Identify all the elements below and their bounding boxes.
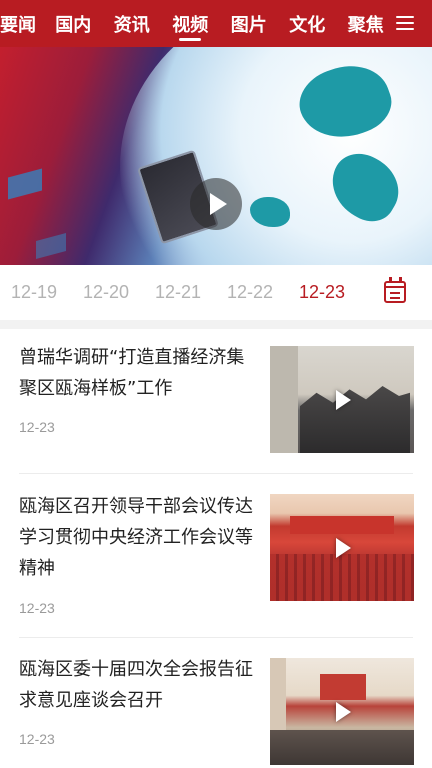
tab-guonei[interactable]: 国内 xyxy=(44,0,103,47)
play-icon[interactable] xyxy=(190,178,242,230)
news-title[interactable]: 瓯海区委十届四次全会报告征求意见座谈会召开 xyxy=(19,654,259,716)
tab-wenhua[interactable]: 文化 xyxy=(278,0,337,47)
tab-zixun[interactable]: 资讯 xyxy=(103,0,162,47)
hamburger-menu-icon[interactable] xyxy=(396,16,414,30)
play-icon xyxy=(332,389,354,411)
list-divider xyxy=(19,473,413,474)
tab-jujiao[interactable]: 聚焦 xyxy=(337,0,396,47)
news-date: 12-23 xyxy=(19,731,55,747)
tab-tupian[interactable]: 图片 xyxy=(220,0,279,47)
tab-shipin[interactable]: 视频 xyxy=(161,0,220,47)
top-nav-bar: 要闻 国内 资讯 视频 图片 文化 聚焦 xyxy=(0,0,432,47)
date-item-selected[interactable]: 12-23 xyxy=(299,282,345,303)
calendar-icon[interactable] xyxy=(384,277,406,303)
play-icon xyxy=(332,701,354,723)
news-item[interactable]: 曾瑞华调研“打造直播经济集聚区瓯海样板”工作 12-23 xyxy=(0,346,432,456)
news-title[interactable]: 瓯海区召开领导干部会议传达学习贯彻中央经济工作会议等精神 xyxy=(19,491,259,584)
date-item[interactable]: 12-20 xyxy=(83,282,129,303)
decor-block xyxy=(36,232,66,260)
category-tabs: 要闻 国内 资讯 视频 图片 文化 聚焦 xyxy=(0,0,395,47)
date-item[interactable]: 12-19 xyxy=(11,282,57,303)
date-item[interactable]: 12-22 xyxy=(227,282,273,303)
date-selector: 12-19 12-20 12-21 12-22 12-23 xyxy=(0,265,432,320)
news-thumbnail[interactable] xyxy=(270,658,414,765)
date-item[interactable]: 12-21 xyxy=(155,282,201,303)
news-item[interactable]: 瓯海区委十届四次全会报告征求意见座谈会召开 12-23 xyxy=(0,658,432,768)
decor-block xyxy=(8,168,42,200)
tab-yaowen[interactable]: 要闻 xyxy=(0,0,44,47)
play-icon xyxy=(332,537,354,559)
section-divider xyxy=(0,320,432,329)
list-divider xyxy=(19,637,413,638)
news-date: 12-23 xyxy=(19,600,55,616)
news-date: 12-23 xyxy=(19,419,55,435)
news-thumbnail[interactable] xyxy=(270,494,414,601)
news-thumbnail[interactable] xyxy=(270,346,414,453)
news-item[interactable]: 瓯海区召开领导干部会议传达学习贯彻中央经济工作会议等精神 12-23 xyxy=(0,491,432,616)
news-title[interactable]: 曾瑞华调研“打造直播经济集聚区瓯海样板”工作 xyxy=(19,342,259,404)
featured-video[interactable] xyxy=(0,47,432,265)
